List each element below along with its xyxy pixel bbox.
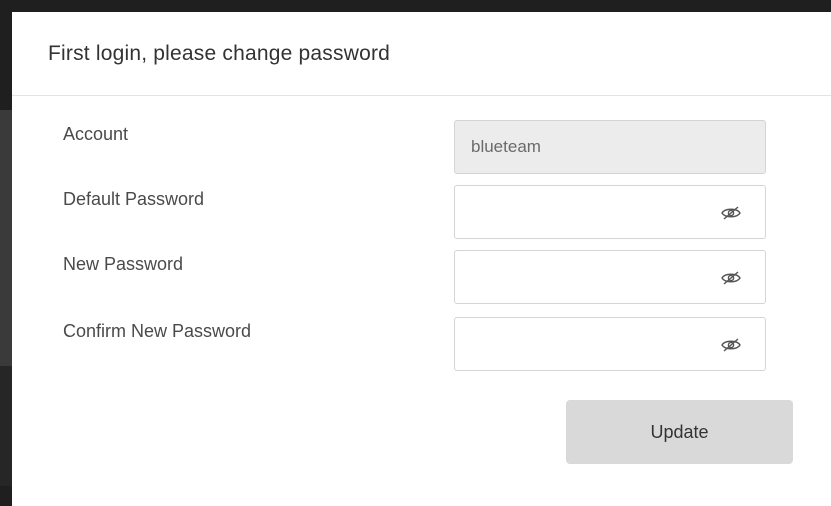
eye-slash-icon[interactable]: [721, 270, 741, 286]
eye-slash-icon[interactable]: [721, 205, 741, 221]
default-password-label: Default Password: [63, 189, 205, 209]
default-password-field[interactable]: [454, 185, 766, 239]
account-row: Account blueteam: [12, 120, 831, 174]
backdrop-panel: [0, 110, 12, 366]
dialog-header: First login, please change password: [12, 12, 831, 96]
new-password-row: New Password: [12, 250, 831, 304]
confirm-password-row: Confirm New Password: [12, 317, 831, 371]
update-button[interactable]: Update: [566, 400, 793, 464]
change-password-dialog: First login, please change password Acco…: [12, 12, 831, 506]
new-password-label: New Password: [63, 254, 184, 274]
confirm-password-field[interactable]: [454, 317, 766, 371]
dialog-title: First login, please change password: [48, 41, 391, 65]
eye-slash-icon[interactable]: [721, 337, 741, 353]
backdrop-panel: [0, 366, 12, 486]
account-value: blueteam: [471, 137, 541, 156]
account-field[interactable]: blueteam: [454, 120, 766, 174]
default-password-row: Default Password: [12, 185, 831, 239]
account-label: Account: [63, 124, 129, 144]
new-password-field[interactable]: [454, 250, 766, 304]
confirm-password-label: Confirm New Password: [63, 321, 252, 341]
